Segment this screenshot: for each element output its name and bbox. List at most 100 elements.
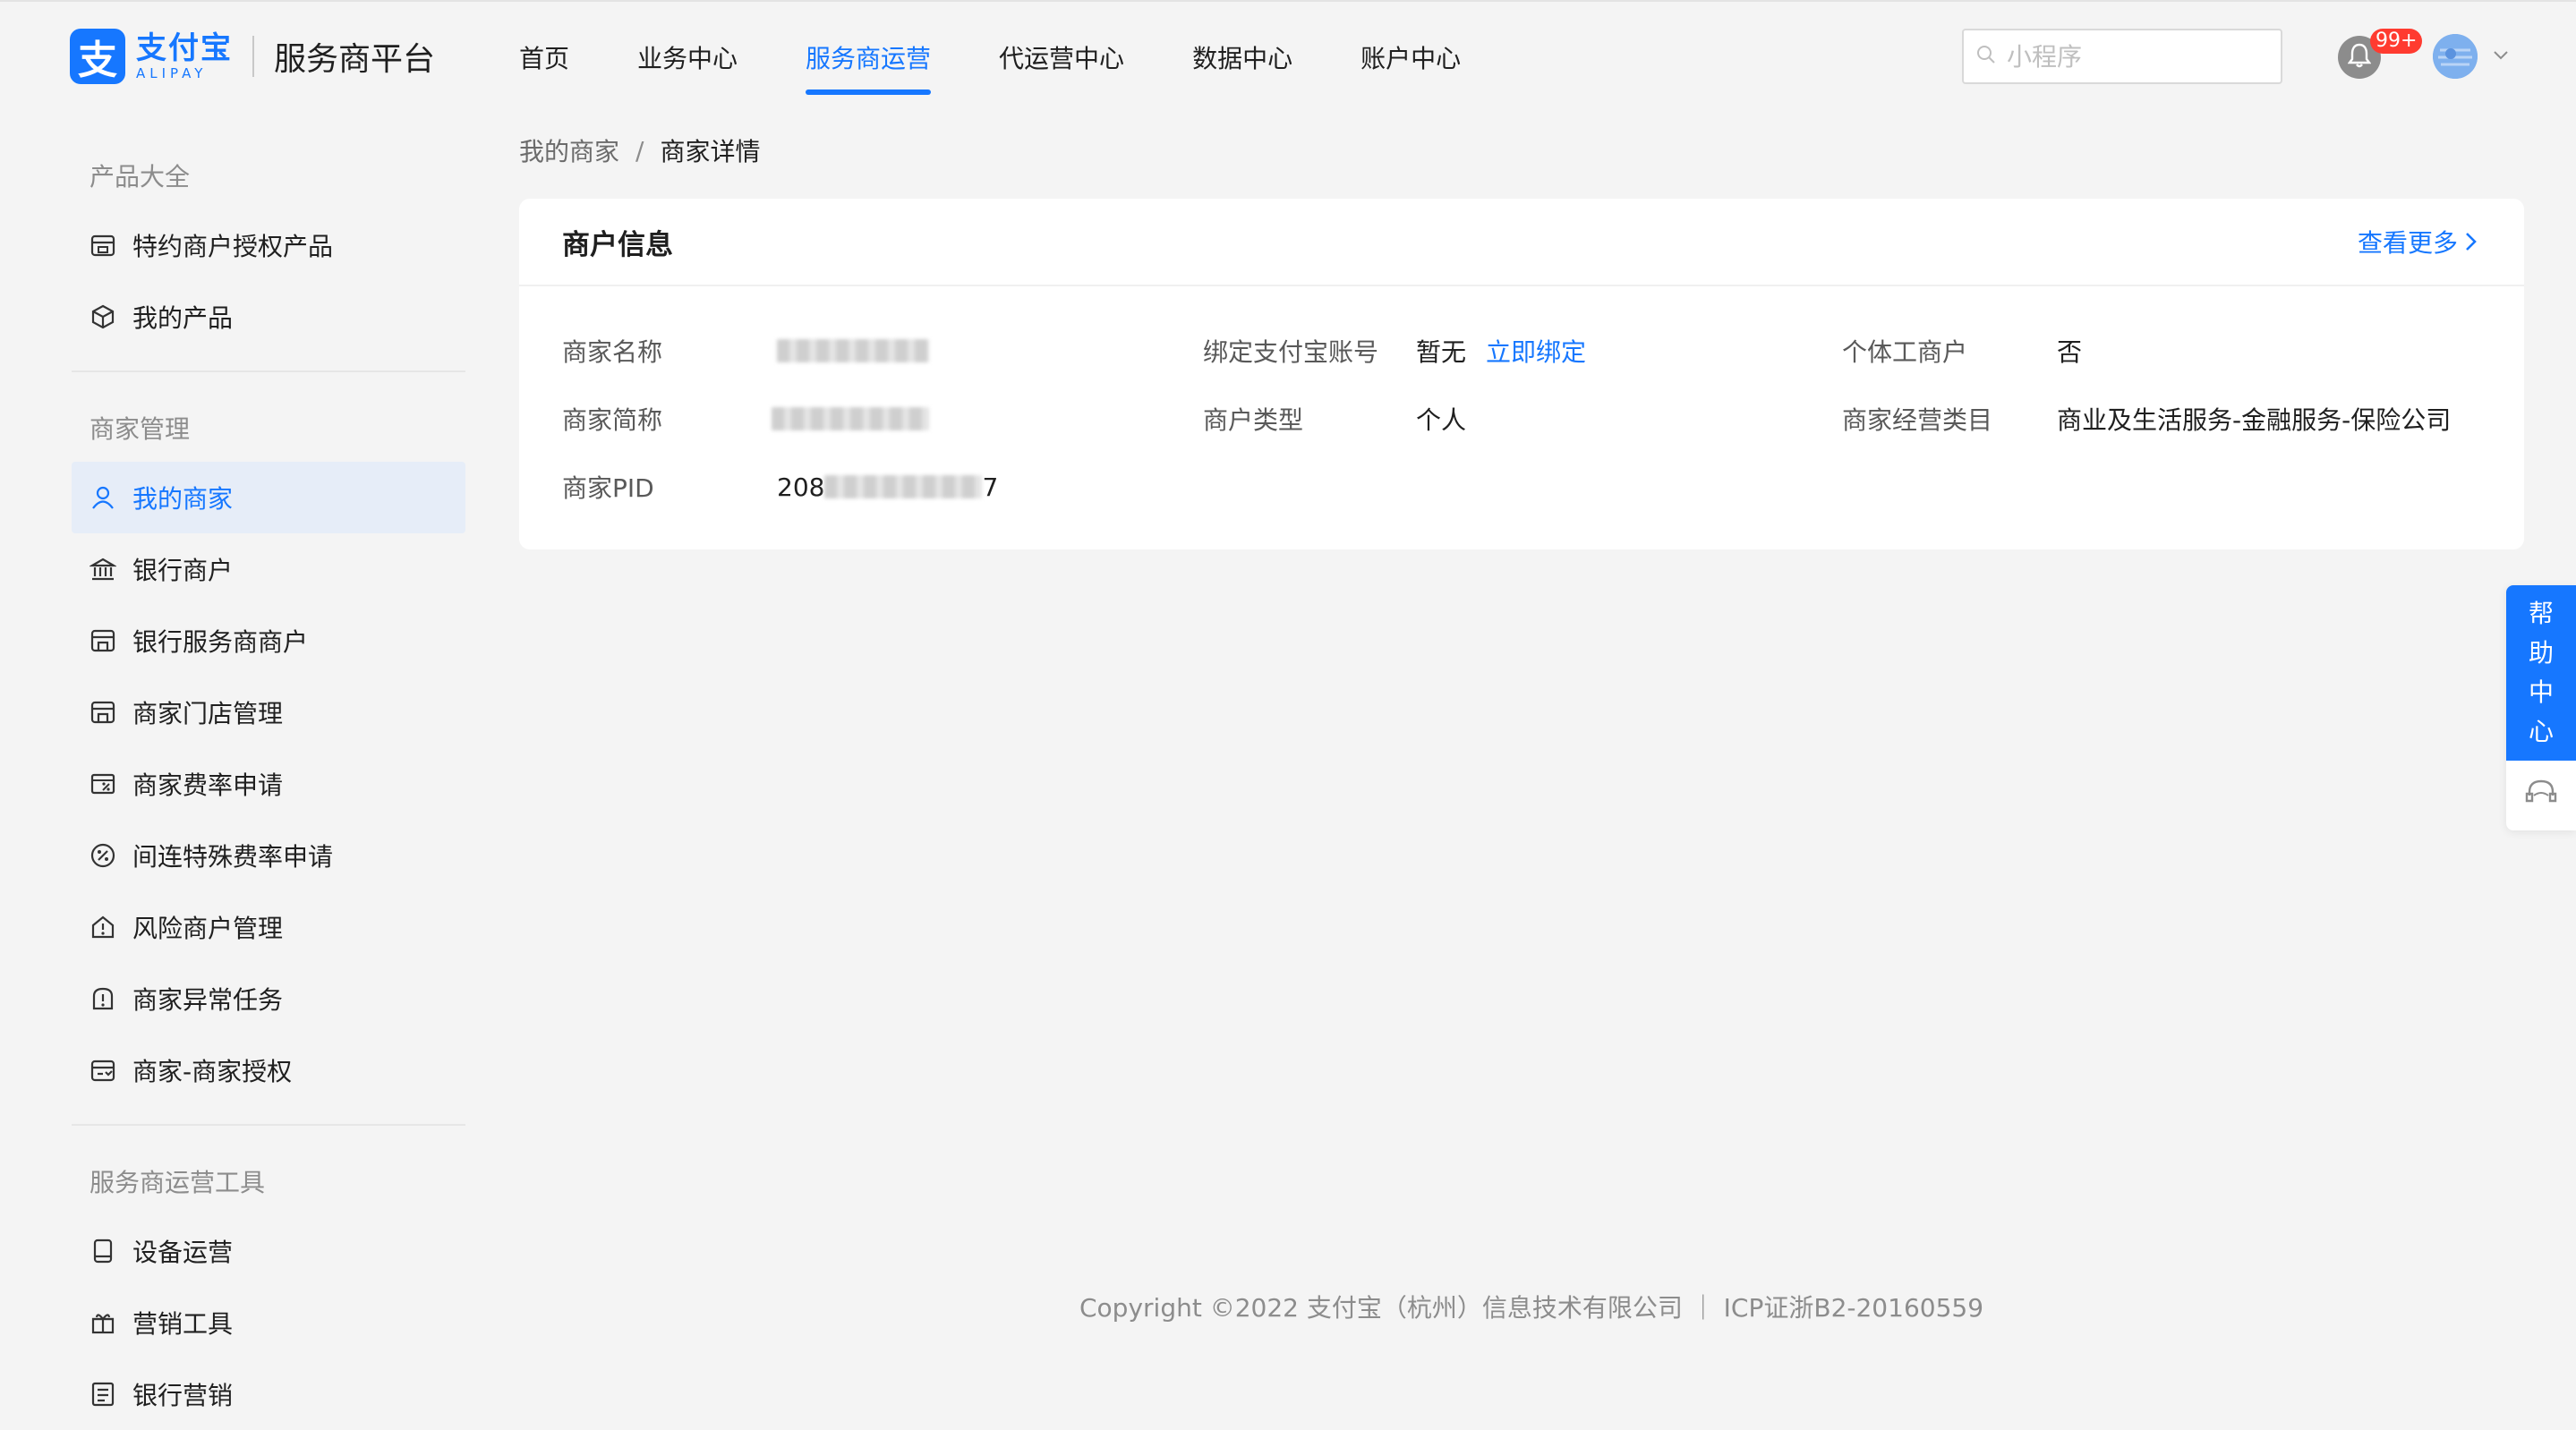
sidebar-divider — [72, 1124, 465, 1126]
notification-badge: 99+ — [2370, 29, 2423, 54]
avatar[interactable] — [2433, 34, 2478, 79]
footer-copyright: Copyright ©2022 支付宝（杭州）信息技术有限公司 ｜ ICP证浙B… — [1079, 1293, 1984, 1323]
nav-home[interactable]: 首页 — [519, 2, 569, 113]
field-pid-label: 商家PID — [562, 469, 654, 505]
sidebar-item-my-products[interactable]: 我的产品 — [72, 281, 465, 353]
breadcrumb-current: 商家详情 — [660, 137, 761, 166]
merchant-type-label: 商户类型 — [1203, 405, 1304, 435]
sidebar-item-label: 银行服务商商户 — [132, 627, 309, 657]
sidebar-item-device-ops[interactable]: 设备运营 — [72, 1215, 465, 1287]
rate-icon — [90, 770, 116, 797]
view-more-label: 查看更多 — [2357, 228, 2458, 258]
sidebar-item-label: 我的产品 — [132, 303, 234, 333]
merchant-type-value: 个人 — [1416, 405, 1467, 435]
bind-now-link[interactable]: 立即绑定 — [1486, 333, 1586, 369]
search-box[interactable] — [1962, 29, 2282, 84]
alipay-logo[interactable]: 支 支付宝 ALIPAY 服务商平台 — [70, 29, 435, 84]
sidebar-item-store-management[interactable]: 商家门店管理 — [72, 677, 465, 748]
redacted-value — [824, 475, 983, 498]
bind-account-value: 暂无 立即绑定 — [1416, 333, 1586, 369]
sidebar-group-products: 产品大全 — [90, 162, 191, 192]
help-char: 助 — [2528, 638, 2554, 668]
breadcrumb-my-merchants[interactable]: 我的商家 — [519, 132, 619, 168]
search-icon — [1976, 45, 1996, 68]
card-header: 商户信息 查看更多 — [519, 199, 2524, 286]
sidebar-group-merchant-mgmt: 商家管理 — [90, 414, 191, 444]
risk-home-icon — [90, 914, 116, 941]
pid-prefix: 208 — [777, 472, 825, 502]
breadcrumb-separator: / — [635, 135, 644, 166]
field-bind-account-label: 绑定支付宝账号 — [1203, 333, 1378, 369]
chevron-down-icon[interactable] — [2490, 45, 2512, 70]
nav-business-center[interactable]: 业务中心 — [637, 2, 738, 113]
pid-suffix: 7 — [982, 472, 999, 502]
logo-en: ALIPAY — [136, 64, 208, 81]
nav-account-center[interactable]: 账户中心 — [1361, 2, 1461, 113]
authorize-icon — [90, 1057, 116, 1084]
merchant-name-label: 商家名称 — [562, 337, 663, 367]
list-icon — [90, 1381, 116, 1408]
help-center-button[interactable]: 帮 助 中 心 — [2506, 585, 2576, 761]
field-category-label: 商家经营类目 — [1842, 401, 1992, 437]
sidebar-item-abnormal-tasks[interactable]: 商家异常任务 — [72, 963, 465, 1034]
sidebar-item-merchant-authorization[interactable]: 商家-商家授权 — [72, 1034, 465, 1106]
bell-icon — [2347, 43, 2372, 72]
nav-provider-operations[interactable]: 服务商运营 — [806, 2, 932, 113]
sidebar-item-marketing-tools[interactable]: 营销工具 — [72, 1287, 465, 1358]
shop-icon — [90, 232, 116, 259]
sidebar-item-special-rate[interactable]: 间连特殊费率申请 — [72, 820, 465, 891]
sidebar-item-my-merchants[interactable]: 我的商家 — [72, 462, 465, 533]
bind-status: 暂无 — [1416, 337, 1467, 367]
alipay-logo-icon: 支 — [70, 29, 125, 84]
merchant-info-card: 商户信息 查看更多 商家名称 商家简称 商家PID 208 7 绑定支付宝账号 … — [519, 199, 2524, 549]
field-merchant-name-label: 商家名称 — [562, 333, 662, 369]
sidebar-item-authorized-products[interactable]: 特约商户授权产品 — [72, 209, 465, 281]
percent-icon — [90, 842, 116, 869]
sidebar-item-bank-merchants[interactable]: 银行商户 — [72, 533, 465, 605]
field-individual-label: 个体工商户 — [1842, 333, 1967, 369]
individual-label: 个体工商户 — [1842, 337, 1968, 367]
sidebar-item-label: 商家费率申请 — [132, 770, 284, 800]
nav-agency-operations[interactable]: 代运营中心 — [999, 2, 1124, 113]
field-merchant-type-label: 商户类型 — [1203, 401, 1303, 437]
sidebar-item-label: 营销工具 — [132, 1309, 234, 1339]
logo-wordmark: 支付宝 ALIPAY — [136, 33, 233, 81]
short-name-label: 商家简称 — [562, 405, 663, 435]
platform-name: 服务商平台 — [274, 41, 436, 78]
redacted-value — [777, 339, 929, 362]
view-more-link[interactable]: 查看更多 — [2358, 224, 2479, 260]
category-value: 商业及生活服务-金融服务-保险公司 — [2057, 405, 2452, 435]
user-icon — [90, 484, 116, 511]
logo-cn: 支付宝 — [136, 30, 233, 66]
customer-service-button[interactable] — [2506, 761, 2576, 830]
sidebar-item-risk-merchants[interactable]: 风险商户管理 — [72, 891, 465, 963]
logo-divider — [252, 36, 254, 77]
sidebar-item-label: 设备运营 — [132, 1238, 234, 1267]
device-icon — [90, 1238, 116, 1264]
sidebar-item-label: 商家-商家授权 — [132, 1057, 293, 1086]
top-header: 支 支付宝 ALIPAY 服务商平台 首页 业务中心 服务商运营 代运营中心 数… — [0, 0, 2576, 111]
sidebar-item-label: 银行营销 — [132, 1381, 234, 1410]
nav-data-center[interactable]: 数据中心 — [1192, 2, 1292, 113]
sidebar-group-tools: 服务商运营工具 — [90, 1168, 266, 1197]
search-input[interactable] — [2005, 40, 2265, 72]
sidebar-item-bank-provider-merchants[interactable]: 银行服务商商户 — [72, 605, 465, 677]
sidebar-item-label: 间连特殊费率申请 — [132, 842, 334, 872]
help-widget: 帮 助 中 心 — [2506, 585, 2576, 830]
sidebar-item-bank-marketing[interactable]: 银行营销 — [72, 1358, 465, 1430]
sidebar-item-label: 银行商户 — [132, 556, 234, 585]
pid-label: 商家PID — [562, 473, 654, 503]
bind-account-label: 绑定支付宝账号 — [1203, 337, 1379, 367]
sidebar-item-label: 特约商户授权产品 — [132, 232, 334, 261]
redacted-value — [772, 407, 929, 430]
cube-icon — [90, 303, 116, 330]
sidebar-item-rate-application[interactable]: 商家费率申请 — [72, 748, 465, 820]
breadcrumb: 我的商家 / 商家详情 — [519, 132, 760, 168]
chevron-right-icon — [2463, 230, 2479, 253]
help-char: 心 — [2528, 717, 2554, 746]
help-char: 中 — [2528, 677, 2554, 707]
sidebar-divider — [72, 370, 465, 372]
sidebar-item-label: 商家门店管理 — [132, 699, 284, 728]
bank-icon — [90, 556, 116, 583]
field-short-name-label: 商家简称 — [562, 401, 662, 437]
